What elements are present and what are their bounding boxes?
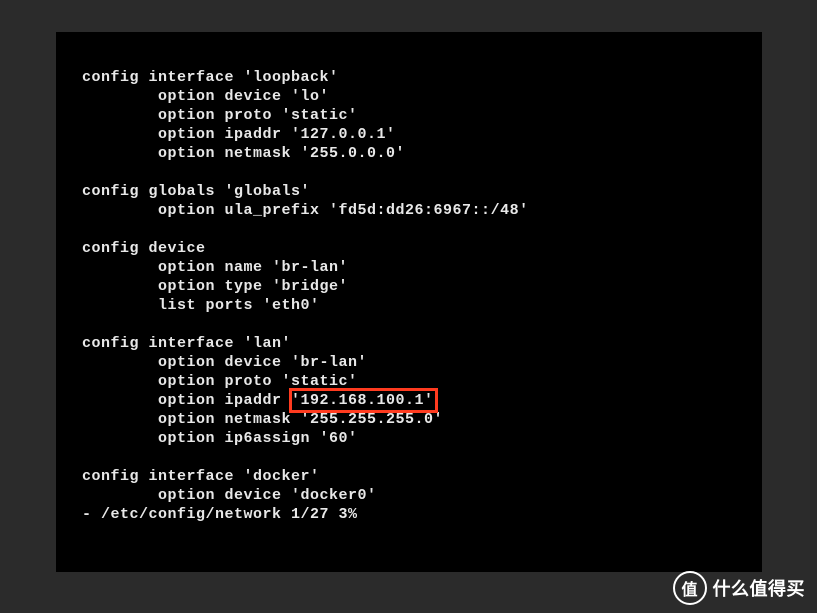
terminal-line — [82, 220, 762, 239]
watermark-badge: 值 — [673, 571, 707, 605]
terminal-line: config device — [82, 239, 762, 258]
terminal-line: option proto 'static' — [82, 372, 762, 391]
terminal-line: config interface 'docker' — [82, 467, 762, 486]
terminal-line: option device 'br-lan' — [82, 353, 762, 372]
terminal-line: option ula_prefix 'fd5d:dd26:6967::/48' — [82, 201, 762, 220]
terminal-line: option netmask '255.255.255.0' — [82, 410, 762, 429]
terminal-line: config globals 'globals' — [82, 182, 762, 201]
terminal-line — [82, 448, 762, 467]
watermark-badge-char: 值 — [681, 576, 697, 600]
watermark: 值 什么值得买 — [673, 571, 806, 605]
terminal-line — [82, 163, 762, 182]
terminal-line: list ports 'eth0' — [82, 296, 762, 315]
terminal-line: config interface 'loopback' — [82, 68, 762, 87]
annotation-arrow — [56, 524, 762, 572]
terminal-output: config interface 'loopback' option devic… — [56, 32, 762, 524]
terminal-line: - /etc/config/network 1/27 3% — [82, 505, 762, 524]
watermark-text: 什么值得买 — [713, 575, 806, 601]
terminal-line: option netmask '255.0.0.0' — [82, 144, 762, 163]
terminal-line: option device 'lo' — [82, 87, 762, 106]
terminal-line: option ipaddr '192.168.100.1' — [82, 391, 762, 410]
terminal-line: option name 'br-lan' — [82, 258, 762, 277]
terminal-line: option device 'docker0' — [82, 486, 762, 505]
terminal-line: option ipaddr '127.0.0.1' — [82, 125, 762, 144]
terminal-screenshot: config interface 'loopback' option devic… — [56, 32, 762, 572]
terminal-line: option ip6assign '60' — [82, 429, 762, 448]
terminal-line: option type 'bridge' — [82, 277, 762, 296]
terminal-line — [82, 315, 762, 334]
terminal-line: option proto 'static' — [82, 106, 762, 125]
terminal-line: config interface 'lan' — [82, 334, 762, 353]
